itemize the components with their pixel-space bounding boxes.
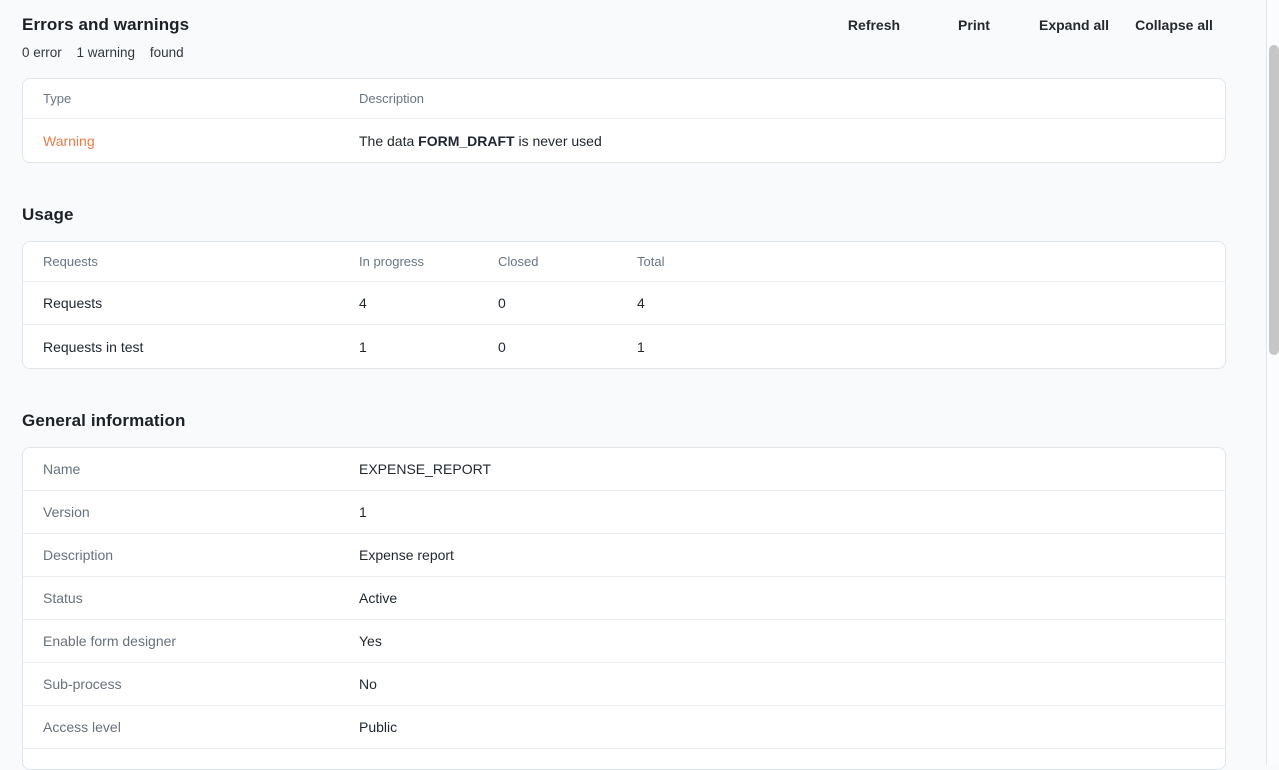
enable-form-designer-label: Enable form designer [43, 633, 359, 649]
page-header: Errors and warnings Refresh Print Expand… [22, 0, 1226, 37]
table-row: Status Active [23, 577, 1225, 620]
column-header-in-progress: In progress [359, 254, 498, 269]
collapse-all-button[interactable]: Collapse all [1124, 13, 1224, 37]
column-header-total: Total [637, 254, 1225, 269]
enable-form-designer-value: Yes [359, 633, 1225, 649]
process-details-content: Errors and warnings Refresh Print Expand… [22, 0, 1226, 770]
table-row-cutoff [23, 749, 1225, 769]
general-information-heading: General information [22, 411, 1226, 431]
general-information-table: Name EXPENSE_REPORT Version 1 Descriptio… [22, 447, 1226, 770]
description-label: Description [43, 547, 359, 563]
requests-total: 4 [637, 295, 1225, 311]
requests-closed: 0 [498, 295, 637, 311]
requests-label: Requests [43, 295, 359, 311]
warning-description-cell: The data FORM_DRAFT is never used [359, 133, 1225, 149]
sub-process-value: No [359, 676, 1225, 692]
page-title: Errors and warnings [22, 15, 189, 35]
table-row: Enable form designer Yes [23, 620, 1225, 663]
print-button[interactable]: Print [924, 13, 1024, 37]
error-count: 0 error [22, 45, 62, 60]
column-header-requests: Requests [43, 254, 359, 269]
name-label: Name [43, 461, 359, 477]
errors-table-header: Type Description [23, 79, 1225, 119]
usage-table: Requests In progress Closed Total Reques… [22, 241, 1226, 369]
found-label: found [150, 45, 184, 60]
refresh-button[interactable]: Refresh [824, 13, 924, 37]
header-actions: Refresh Print Expand all Collapse all [824, 13, 1224, 37]
access-level-label: Access level [43, 719, 359, 735]
table-row: Requests in test 1 0 1 [23, 325, 1225, 368]
name-value: EXPENSE_REPORT [359, 461, 1225, 477]
requests-in-test-in-progress: 1 [359, 339, 498, 355]
status-label: Status [43, 590, 359, 606]
requests-in-test-closed: 0 [498, 339, 637, 355]
errors-summary: 0 error 1 warning found [22, 45, 1226, 60]
version-label: Version [43, 504, 359, 520]
sub-process-label: Sub-process [43, 676, 359, 692]
warning-type-cell: Warning [43, 133, 359, 149]
description-value: Expense report [359, 547, 1225, 563]
requests-in-test-label: Requests in test [43, 339, 359, 355]
table-row: Name EXPENSE_REPORT [23, 448, 1225, 491]
scrollbar-thumb[interactable] [1269, 45, 1279, 355]
vertical-scrollbar[interactable] [1266, 0, 1279, 765]
data-identifier: FORM_DRAFT [418, 133, 514, 149]
table-row: Warning The data FORM_DRAFT is never use… [23, 119, 1225, 162]
requests-in-test-total: 1 [637, 339, 1225, 355]
warning-count: 1 warning [77, 45, 136, 60]
table-row: Requests 4 0 4 [23, 282, 1225, 325]
table-row: Sub-process No [23, 663, 1225, 706]
usage-heading: Usage [22, 205, 1226, 225]
errors-warnings-table: Type Description Warning The data FORM_D… [22, 78, 1226, 163]
column-header-closed: Closed [498, 254, 637, 269]
table-row: Access level Public [23, 706, 1225, 749]
requests-in-progress: 4 [359, 295, 498, 311]
column-header-type: Type [43, 91, 359, 106]
version-value: 1 [359, 504, 1225, 520]
table-row: Description Expense report [23, 534, 1225, 577]
table-row: Version 1 [23, 491, 1225, 534]
expand-all-button[interactable]: Expand all [1024, 13, 1124, 37]
usage-table-header: Requests In progress Closed Total [23, 242, 1225, 282]
column-header-description: Description [359, 91, 1225, 106]
access-level-value: Public [359, 719, 1225, 735]
status-value: Active [359, 590, 1225, 606]
